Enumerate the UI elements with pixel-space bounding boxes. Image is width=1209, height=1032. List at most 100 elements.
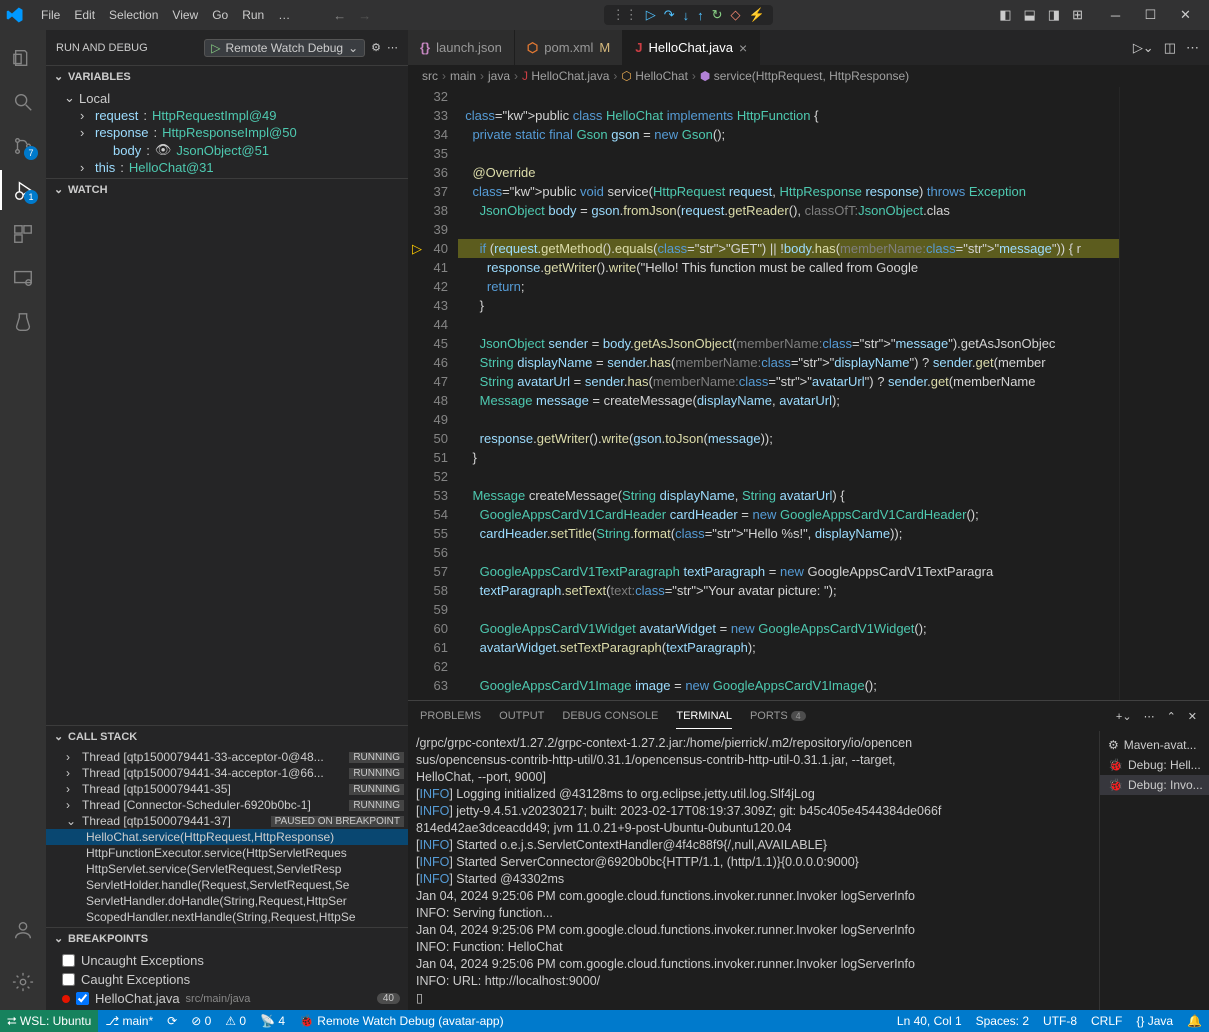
status-item[interactable]: {} Java — [1129, 1014, 1180, 1028]
step-over-icon[interactable]: ↷ — [664, 7, 675, 23]
drag-handle-icon[interactable]: ⋮⋮ — [612, 7, 638, 23]
activity-settings[interactable] — [0, 962, 46, 1002]
activity-remote[interactable] — [0, 258, 46, 298]
section-variables[interactable]: ⌄VARIABLES — [46, 66, 408, 87]
layout-secondary-icon[interactable]: ◨ — [1048, 7, 1060, 23]
crumb-item[interactable]: java — [488, 69, 510, 83]
section-callstack[interactable]: ⌄CALL STACK — [46, 726, 408, 747]
crumb-item[interactable]: main — [450, 69, 476, 83]
tab-launch.json[interactable]: {}launch.json — [408, 30, 515, 65]
crumb-item[interactable]: J HelloChat.java — [522, 69, 609, 83]
stop-icon[interactable]: ◇ — [731, 7, 741, 23]
layout-panel-icon[interactable]: ⬓ — [1024, 7, 1036, 23]
maximize-icon[interactable]: ⌃ — [1167, 710, 1176, 723]
status-radio[interactable]: 📡 4 — [253, 1010, 292, 1032]
panel-tab-output[interactable]: OUTPUT — [499, 704, 544, 728]
status-item[interactable]: Spaces: 2 — [969, 1014, 1036, 1028]
activity-accounts[interactable] — [0, 910, 46, 950]
thread-paused[interactable]: ⌄Thread [qtp1500079441-37]PAUSED ON BREA… — [46, 813, 408, 829]
var-this[interactable]: ›this: HelloChat@31 — [46, 159, 408, 176]
term-session[interactable]: 🐞Debug: Invo... — [1100, 775, 1209, 795]
stack-frame[interactable]: HttpServlet.service(ServletRequest,Servl… — [46, 861, 408, 877]
more-icon[interactable]: ⋯ — [387, 41, 398, 54]
nav-back-icon[interactable]: ← — [327, 8, 352, 23]
thread[interactable]: ›Thread [Connector-Scheduler-6920b0bc-1]… — [46, 797, 408, 813]
thread[interactable]: ›Thread [qtp1500079441-33-acceptor-0@48.… — [46, 749, 408, 765]
close-icon[interactable]: × — [739, 40, 747, 56]
new-terminal-icon[interactable]: +⌄ — [1116, 710, 1132, 723]
term-session[interactable]: 🐞Debug: Hell... — [1100, 755, 1209, 775]
panel-tab-problems[interactable]: PROBLEMS — [420, 704, 481, 728]
var-body[interactable]: body: 👁 JsonObject@51 — [46, 141, 408, 159]
status-item[interactable]: UTF-8 — [1036, 1014, 1084, 1028]
menu-selection[interactable]: Selection — [102, 8, 165, 22]
window-minimize[interactable]: ─ — [1098, 0, 1133, 30]
close-panel-icon[interactable]: ✕ — [1188, 710, 1197, 723]
more-icon[interactable]: ⋯ — [1144, 710, 1155, 723]
disconnect-icon[interactable]: ⚡ — [749, 7, 765, 23]
breadcrumb[interactable]: src›main›java›J HelloChat.java›⬡ HelloCh… — [408, 65, 1209, 87]
code-editor[interactable]: 3233343536373839●▷4041424344454647484950… — [408, 87, 1209, 700]
section-watch[interactable]: ⌄WATCH — [46, 179, 408, 200]
activity-scm[interactable]: 7 — [0, 126, 46, 166]
step-out-icon[interactable]: ↑ — [697, 8, 704, 23]
panel-tab-terminal[interactable]: TERMINAL — [676, 704, 732, 729]
status-remote[interactable]: ⮂ WSL: Ubuntu — [0, 1010, 98, 1032]
restart-icon[interactable]: ↻ — [712, 7, 723, 23]
window-close[interactable]: ✕ — [1168, 0, 1203, 30]
section-breakpoints[interactable]: ⌄BREAKPOINTS — [46, 928, 408, 949]
terminal-output[interactable]: /grpc/grpc-context/1.27.2/grpc-context-1… — [408, 731, 1099, 1010]
var-response[interactable]: ›response: HttpResponseImpl@50 — [46, 124, 408, 141]
term-session[interactable]: ⚙Maven-avat... — [1100, 735, 1209, 755]
breakpoint-caught-exceptions[interactable]: Caught Exceptions — [46, 970, 408, 989]
status-sync[interactable]: ⟳ — [160, 1010, 184, 1032]
status-err[interactable]: ⊘ 0 — [184, 1010, 218, 1032]
tab-HelloChat.java[interactable]: JHelloChat.java× — [623, 30, 760, 65]
split-icon[interactable]: ◫ — [1164, 40, 1176, 56]
gear-icon[interactable]: ⚙ — [371, 41, 381, 54]
thread[interactable]: ›Thread [qtp1500079441-34-acceptor-1@66.… — [46, 765, 408, 781]
step-into-icon[interactable]: ↓ — [683, 8, 690, 23]
menu-go[interactable]: Go — [205, 8, 235, 22]
breakpoint-uncaught-exceptions[interactable]: Uncaught Exceptions — [46, 951, 408, 970]
window-maximize[interactable]: ☐ — [1133, 0, 1168, 30]
debug-config-selector[interactable]: ▷ Remote Watch Debug ⌄ — [204, 39, 365, 57]
stack-frame[interactable]: HttpFunctionExecutor.service(HttpServlet… — [46, 845, 408, 861]
continue-icon[interactable]: ▷ — [646, 7, 656, 23]
menu-view[interactable]: View — [165, 8, 205, 22]
activity-search[interactable] — [0, 82, 46, 122]
status-item[interactable]: Ln 40, Col 1 — [890, 1014, 969, 1028]
menu-run[interactable]: Run — [235, 8, 271, 22]
panel-tab-ports[interactable]: PORTS4 — [750, 704, 806, 728]
breakpoint-file[interactable]: HelloChat.javasrc/main/java40 — [46, 989, 408, 1008]
layout-primary-icon[interactable]: ◧ — [999, 7, 1011, 23]
menu-file[interactable]: File — [34, 8, 67, 22]
stack-frame[interactable]: ServletHandler.doHandle(String,Request,H… — [46, 893, 408, 909]
menu-…[interactable]: … — [271, 8, 297, 22]
var-request[interactable]: ›request: HttpRequestImpl@49 — [46, 107, 408, 124]
scope-local[interactable]: ⌄Local — [46, 89, 408, 107]
status-item[interactable]: CRLF — [1084, 1014, 1129, 1028]
status-warn[interactable]: ⚠ 0 — [218, 1010, 253, 1032]
status-debug[interactable]: 🐞 Remote Watch Debug (avatar-app) — [292, 1010, 511, 1032]
run-icon[interactable]: ▷⌄ — [1133, 40, 1154, 56]
stack-frame[interactable]: ServletHolder.handle(Request,ServletRequ… — [46, 877, 408, 893]
minimap[interactable] — [1119, 87, 1209, 700]
stack-frame[interactable]: ScopedHandler.nextHandle(String,Request,… — [46, 909, 408, 925]
status-item[interactable]: 🔔 — [1180, 1014, 1209, 1028]
crumb-item[interactable]: ⬡ HelloChat — [621, 69, 688, 83]
layout-customize-icon[interactable]: ⊞ — [1072, 7, 1083, 23]
activity-testing[interactable] — [0, 302, 46, 342]
thread[interactable]: ›Thread [qtp1500079441-35]RUNNING — [46, 781, 408, 797]
crumb-item[interactable]: src — [422, 69, 438, 83]
menu-edit[interactable]: Edit — [67, 8, 102, 22]
status-branch[interactable]: ⎇ main* — [98, 1010, 160, 1032]
nav-fwd-icon[interactable]: → — [352, 8, 377, 23]
more-icon[interactable]: ⋯ — [1186, 40, 1199, 56]
panel-tab-debug console[interactable]: DEBUG CONSOLE — [562, 704, 658, 728]
activity-extensions[interactable] — [0, 214, 46, 254]
crumb-item[interactable]: ⬢ service(HttpRequest, HttpResponse) — [700, 69, 909, 83]
activity-explorer[interactable] — [0, 38, 46, 78]
activity-debug[interactable]: 1 — [0, 170, 46, 210]
stack-frame[interactable]: HelloChat.service(HttpRequest,HttpRespon… — [46, 829, 408, 845]
